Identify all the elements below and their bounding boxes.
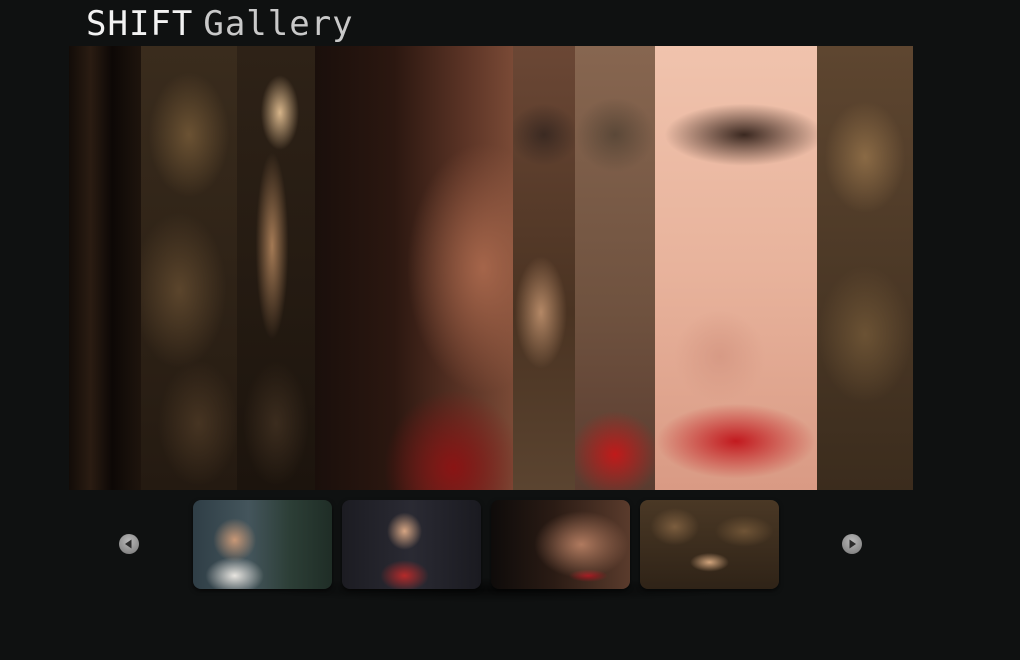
thumbnail-1[interactable]	[193, 500, 332, 589]
arrow-left-circle-icon	[125, 539, 132, 549]
image-slice	[315, 46, 513, 490]
image-slice	[513, 46, 575, 490]
thumbnail-4[interactable]	[640, 500, 779, 589]
title-word-gallery: Gallery	[203, 4, 354, 44]
main-image-stage[interactable]	[69, 46, 913, 490]
gallery-title: SHIFT Gallery	[86, 4, 354, 44]
image-slice	[69, 46, 141, 490]
image-slice	[655, 46, 817, 490]
thumbnail-3[interactable]	[491, 500, 630, 589]
image-slice	[575, 46, 655, 490]
thumbnail-2[interactable]	[342, 500, 481, 589]
image-slice	[141, 46, 237, 490]
image-slice	[237, 46, 315, 490]
previous-button[interactable]	[119, 534, 139, 554]
title-word-shift: SHIFT	[86, 4, 194, 44]
next-button[interactable]	[842, 534, 862, 554]
arrow-right-circle-icon	[849, 539, 856, 549]
image-slice	[817, 46, 913, 490]
